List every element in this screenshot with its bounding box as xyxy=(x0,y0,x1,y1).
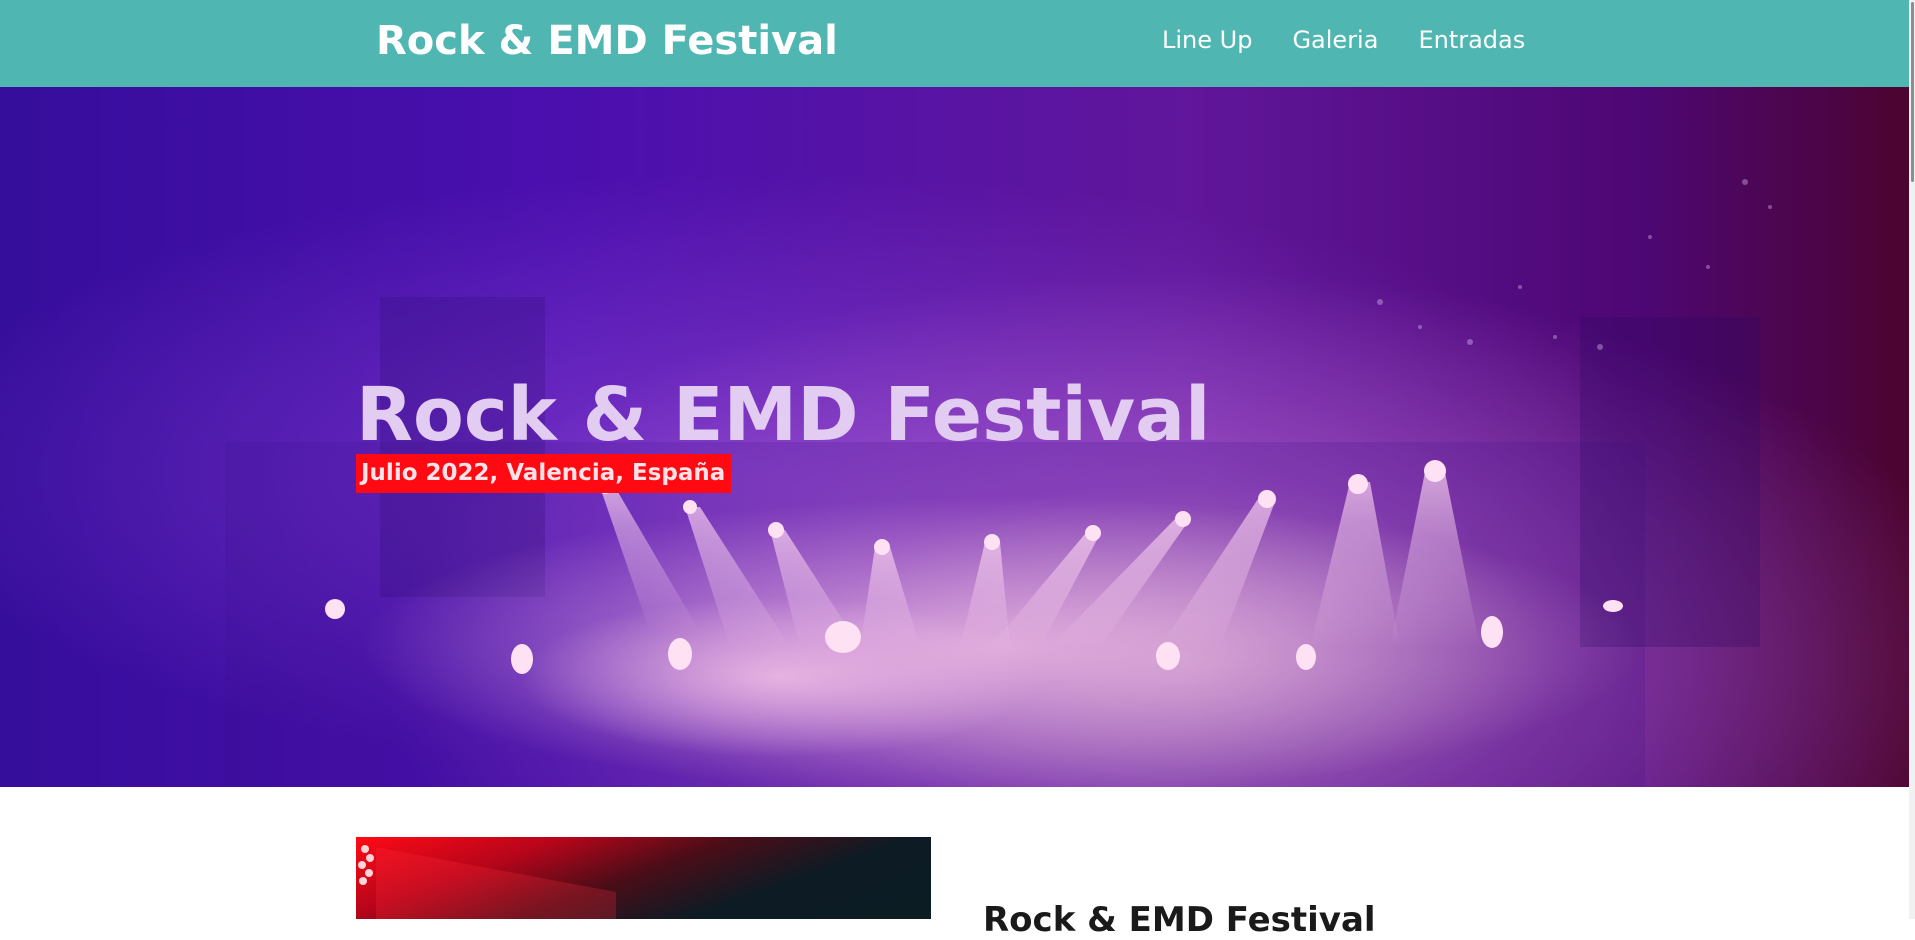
scrollbar-thumb[interactable] xyxy=(1911,2,1914,182)
nav-link-galeria[interactable]: Galeria xyxy=(1292,26,1378,54)
concert-photo xyxy=(356,837,931,919)
nav-link-entradas[interactable]: Entradas xyxy=(1418,26,1525,54)
section-heading: Rock & EMD Festival xyxy=(983,900,1376,940)
nav-link-line-up[interactable]: Line Up xyxy=(1162,26,1252,54)
main-menu: Line Up Galeria Entradas xyxy=(1162,26,1525,54)
page: Rock & EMD Festival Line Up Galeria Entr… xyxy=(0,0,1915,940)
hero-date-location-badge: Julio 2022, Valencia, España xyxy=(356,454,732,493)
top-navbar: Rock & EMD Festival Line Up Galeria Entr… xyxy=(0,0,1915,87)
stage-lights-photo-graphic xyxy=(358,845,616,919)
hero-title: Rock & EMD Festival xyxy=(356,372,1211,458)
hero-banner: Rock & EMD Festival Julio 2022, Valencia… xyxy=(0,87,1915,787)
brand-logo[interactable]: Rock & EMD Festival xyxy=(376,18,838,64)
